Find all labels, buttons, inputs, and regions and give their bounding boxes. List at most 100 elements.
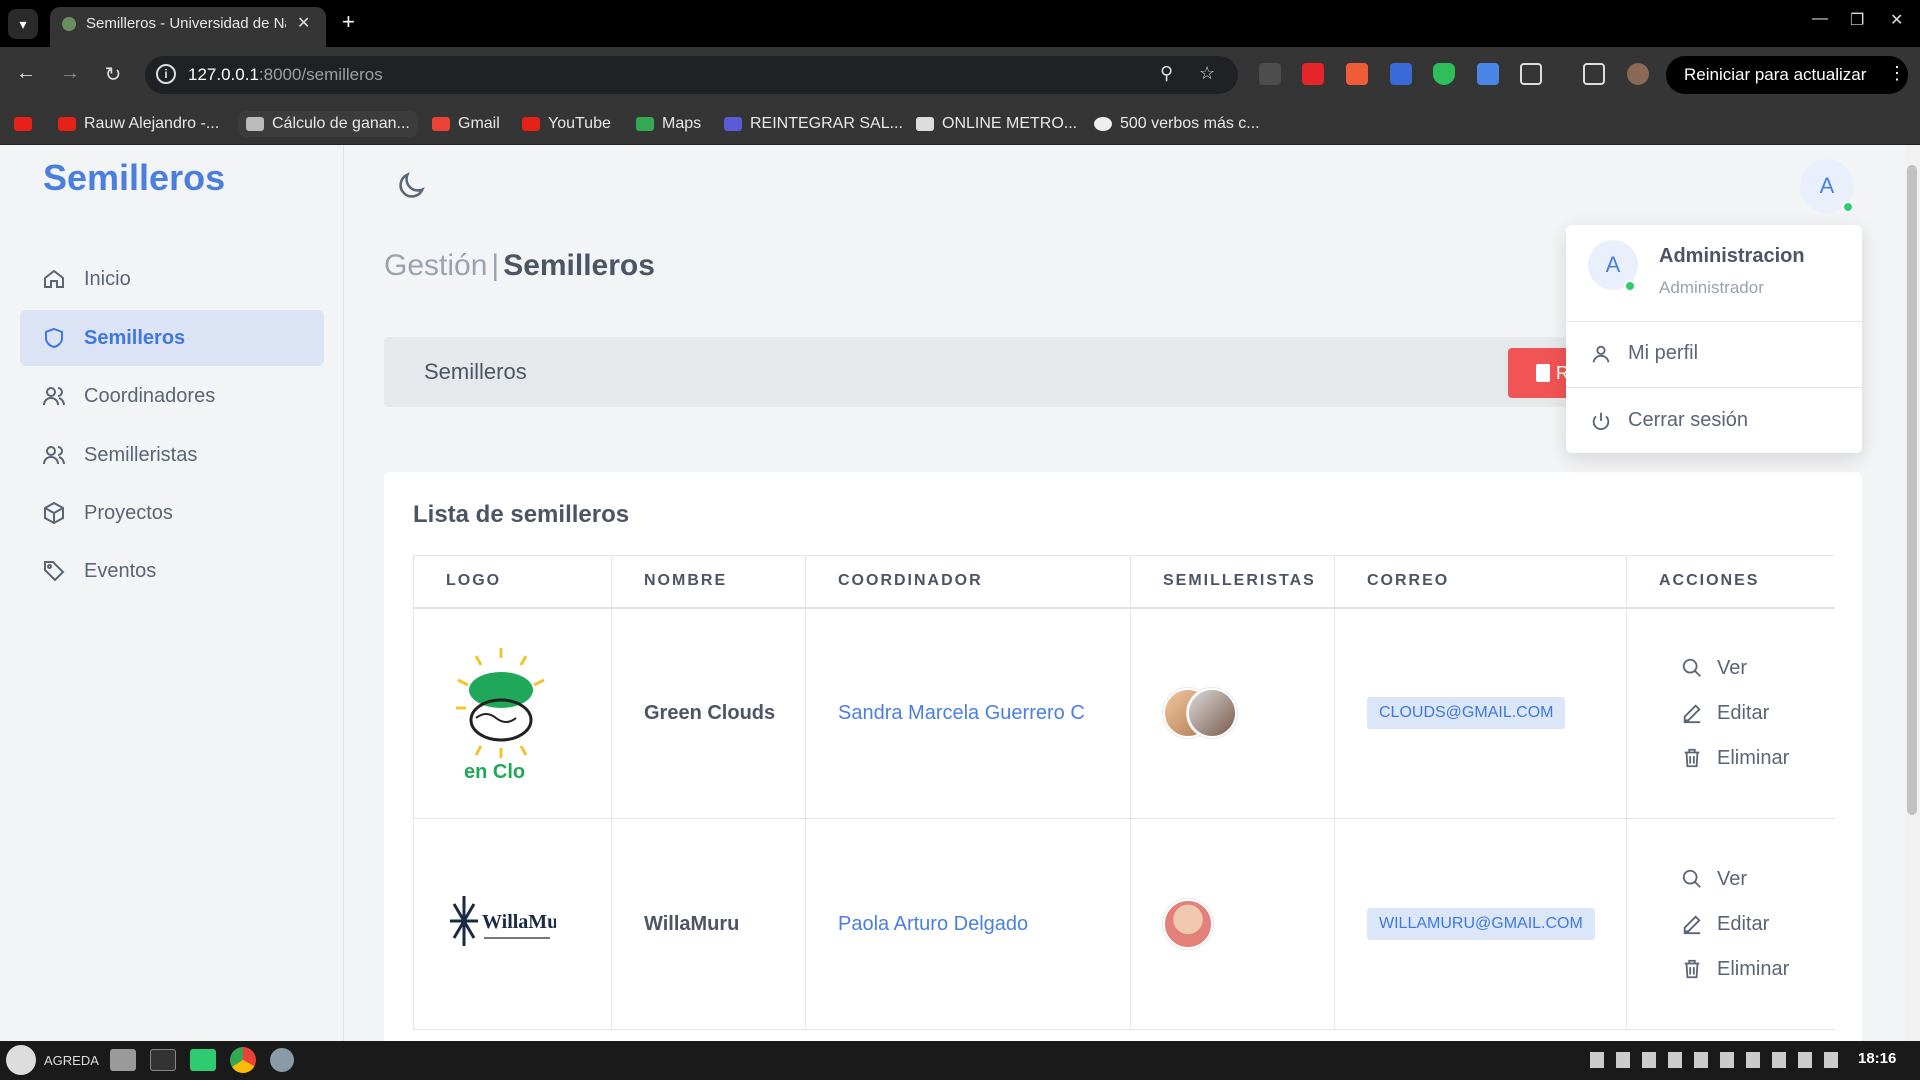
chrome-app-icon[interactable] <box>230 1047 256 1073</box>
bookmark-item[interactable]: Cálculo de ganan... <box>238 111 418 137</box>
my-profile-item[interactable]: Mi perfil <box>1590 342 1698 365</box>
delete-button[interactable]: Eliminar <box>1681 958 1835 981</box>
youtube-icon <box>522 117 540 131</box>
extensions-puzzle-icon[interactable] <box>1520 63 1542 85</box>
files-app-icon[interactable] <box>110 1047 136 1073</box>
search-icon <box>1682 659 1701 678</box>
close-window-icon[interactable]: ✕ <box>1890 10 1903 30</box>
user-name: Administracion <box>1659 245 1805 267</box>
new-tab-button[interactable]: + <box>342 9 355 35</box>
email-badge: WILLAMURU@GMAIL.COM <box>1367 908 1595 940</box>
bookmark-item[interactable]: REINTEGRAR SAL... <box>724 111 903 137</box>
extension-shield-icon[interactable] <box>1433 63 1455 85</box>
sidebar-item-proyectos[interactable]: Proyectos <box>20 485 324 541</box>
bookmark-item[interactable]: Gmail <box>432 111 500 137</box>
more-menu-icon[interactable]: ⋮ <box>1888 63 1906 84</box>
chart-icon <box>246 117 264 131</box>
settings-app-icon[interactable] <box>270 1047 294 1073</box>
url-text[interactable]: 127.0.0.1:8000/semilleros <box>188 65 383 85</box>
bookmark-youtube-icon[interactable] <box>14 111 32 137</box>
member-avatar[interactable] <box>1187 688 1237 739</box>
extension-picker-icon[interactable] <box>1390 63 1412 85</box>
minimize-icon[interactable]: — <box>1812 10 1828 28</box>
pdf-icon <box>1536 364 1550 382</box>
column-header: LOGO <box>413 555 612 609</box>
bookmark-item[interactable]: 500 verbos más c... <box>1094 111 1260 137</box>
extension-gift-icon[interactable] <box>1346 63 1368 85</box>
delete-button[interactable]: Eliminar <box>1681 747 1835 770</box>
zoom-icon[interactable]: ⚲ <box>1160 63 1173 84</box>
sidebar-item-coordinadores[interactable]: Coordinadores <box>20 368 324 424</box>
actions-cell: Ver Editar Eliminar <box>1626 607 1835 819</box>
divider <box>1566 321 1862 322</box>
column-header: SEMILLERISTAS <box>1130 555 1335 609</box>
doc-icon <box>724 117 742 131</box>
svg-text:en Clo: en Clo <box>464 761 525 780</box>
bookmark-item[interactable]: ONLINE METRO... <box>916 111 1077 137</box>
bookmark-star-icon[interactable]: ☆ <box>1199 63 1215 84</box>
view-button[interactable]: Ver <box>1681 868 1835 891</box>
name-cell: Green Clouds <box>611 607 806 819</box>
terminal-app-icon[interactable] <box>150 1047 176 1073</box>
restart-update-button[interactable]: Reiniciar para actualizar <box>1666 56 1908 94</box>
brand-title[interactable]: Semilleros <box>43 157 225 199</box>
members-cell <box>1130 818 1335 1030</box>
edit-button[interactable]: Editar <box>1681 913 1835 936</box>
breadcrumb-current: Semilleros <box>503 249 655 282</box>
tab-close-icon[interactable]: ✕ <box>297 13 310 33</box>
scrollbar-thumb[interactable] <box>1907 165 1917 815</box>
start-menu-button[interactable]: AGREDA <box>6 1045 99 1075</box>
sidebar-item-eventos[interactable]: Eventos <box>20 543 324 599</box>
restore-icon[interactable]: ❐ <box>1850 10 1864 30</box>
sidebar-item-inicio[interactable]: Inicio <box>20 251 324 307</box>
sidebar-item-semilleros[interactable]: Semilleros <box>20 310 324 366</box>
page-viewport: Semilleros Inicio Semilleros Coordinador… <box>0 145 1905 1041</box>
bookmark-item[interactable]: YouTube <box>522 111 611 137</box>
sidebar-item-semilleristas[interactable]: Semilleristas <box>20 427 324 483</box>
column-header: CORREO <box>1334 555 1627 609</box>
translate-icon[interactable] <box>1477 63 1499 85</box>
table-header-row: LOGO NOMBRE COORDINADOR SEMILLERISTAS CO… <box>413 555 1835 609</box>
member-avatar[interactable] <box>1163 899 1213 949</box>
reload-icon[interactable]: ↻ <box>99 62 127 87</box>
green-clouds-logo: en Clo <box>456 648 545 783</box>
column-header: ACCIONES <box>1626 555 1835 609</box>
tab-search-button[interactable]: ▾ <box>8 9 38 39</box>
search-icon <box>1682 869 1701 888</box>
users-icon <box>43 446 65 465</box>
extension-mega-icon[interactable] <box>1302 63 1324 85</box>
willamuru-logo: WillaMuru <box>450 896 578 946</box>
profile-avatar-icon[interactable] <box>1627 63 1649 85</box>
dark-mode-toggle-icon[interactable] <box>394 169 428 203</box>
view-button[interactable]: Ver <box>1681 657 1835 680</box>
side-panel-icon[interactable] <box>1583 63 1605 85</box>
column-header: COORDINADOR <box>805 555 1131 609</box>
coordinator-link[interactable]: Paola Arturo Delgado <box>805 818 1131 1030</box>
coordinator-link[interactable]: Sandra Marcela Guerrero C <box>805 607 1131 819</box>
forward-icon[interactable]: → <box>56 62 84 85</box>
logout-item[interactable]: Cerrar sesión <box>1590 409 1748 432</box>
power-icon <box>1592 412 1610 430</box>
name-cell: WillaMuru <box>611 818 806 1030</box>
bookmark-item[interactable]: Maps <box>636 111 701 137</box>
bookmark-item[interactable]: Rauw Alejandro -... <box>58 111 219 137</box>
back-icon[interactable]: ← <box>12 62 40 85</box>
clock: 18:16 <box>1858 1050 1897 1067</box>
users-icon <box>43 387 65 406</box>
edit-button[interactable]: Editar <box>1681 702 1835 725</box>
bars-icon <box>916 117 934 131</box>
logo-cell: en Clo <box>413 607 612 819</box>
online-status-dot <box>1842 201 1854 213</box>
extension-v-icon[interactable] <box>1259 63 1281 85</box>
logo-cell: WillaMuru <box>413 818 612 1030</box>
box-icon <box>44 501 64 525</box>
globe-icon <box>1094 117 1112 131</box>
youtube-icon <box>58 117 76 131</box>
semilleros-table: LOGO NOMBRE COORDINADOR SEMILLERISTAS CO… <box>413 555 1835 1030</box>
maps-icon <box>636 117 654 131</box>
gmail-icon <box>432 117 450 131</box>
site-info-icon[interactable]: i <box>156 64 176 84</box>
system-tray[interactable] <box>1590 1047 1840 1073</box>
email-badge: CLOUDS@GMAIL.COM <box>1367 697 1566 730</box>
system-monitor-icon[interactable] <box>190 1047 216 1073</box>
